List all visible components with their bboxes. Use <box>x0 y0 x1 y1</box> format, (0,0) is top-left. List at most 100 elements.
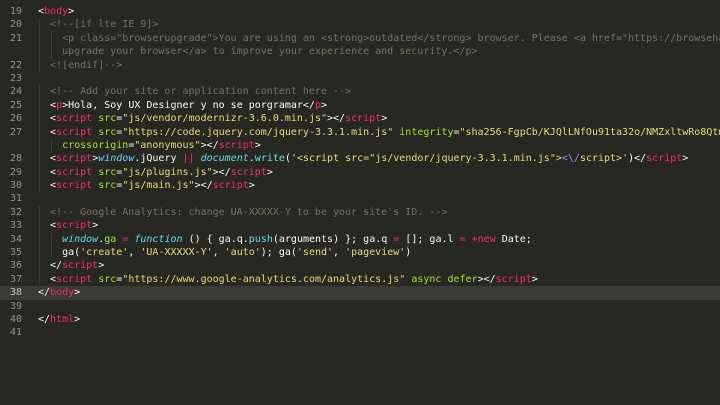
code-string: "js/plugins.js" <box>122 166 213 178</box>
code-tag: body <box>50 287 75 299</box>
code-line[interactable]: 23 <box>0 72 720 85</box>
code-tag: script <box>230 166 267 178</box>
code-line[interactable]: 39 <box>0 300 720 313</box>
code-string: "https://www.google-analytics.com/analyt… <box>122 273 406 285</box>
code-text: > <box>68 6 75 17</box>
code-string: script>' <box>579 153 629 165</box>
line-code: <!--[if lte IE 9]> <box>50 18 158 31</box>
indent-guide <box>39 232 40 247</box>
code-text: > <box>92 220 99 232</box>
indent-guide <box>39 112 40 126</box>
code-tag: script <box>495 273 532 285</box>
code-text: ></ <box>327 113 346 125</box>
line-code: </script> <box>50 259 104 272</box>
code-line[interactable]: 41 <box>0 326 720 339</box>
line-code: <script src="js/main.js"></script> <box>50 179 255 192</box>
indent-guide <box>39 58 40 72</box>
code-text: ></ <box>212 166 231 178</box>
code-line[interactable]: 29 <script src="js/plugins.js"></script> <box>0 165 720 180</box>
code-line[interactable]: 33 <script> <box>0 219 720 233</box>
code-line[interactable]: 35 ga('create', 'UA-XXXXX-Y', 'auto'); ga… <box>0 246 720 260</box>
code-line[interactable]: 28 <script>window.jQuery || document.writ… <box>0 152 720 166</box>
code-lines[interactable]: 19 <body> 20 <!--[if lte IE 9]> 21 <p class="… <box>0 5 720 340</box>
code-text: ></ <box>477 273 496 285</box>
line-number: 32 <box>9 206 22 218</box>
line-code: <script> <box>50 219 98 232</box>
code-line[interactable]: 21 <p class="browserupgrade">You are usin… <box>0 31 720 46</box>
indent-guide <box>39 31 40 46</box>
code-line[interactable]: 37 <script src="https://www.google-analyt… <box>0 272 720 287</box>
line-number: 24 <box>9 86 22 98</box>
code-line[interactable]: 22 <![endif]--> <box>0 58 720 72</box>
code-tag: script <box>56 166 93 178</box>
code-line[interactable]: 30 <script src="js/main.js"></script> <box>0 179 720 193</box>
code-line[interactable]: 38 </body> <box>0 286 720 300</box>
code-tag: body <box>44 6 69 17</box>
code-string: "https://code.jquery.com/jquery-3.3.1.mi… <box>122 126 394 138</box>
code-keyword: write <box>254 153 285 165</box>
indent-guide <box>51 138 53 153</box>
code-text: > <box>321 99 328 111</box>
code-line[interactable]: 27 <script src="https://code.jquery.com/j… <box>0 125 720 139</box>
code-line[interactable]: 40 </html> <box>0 313 720 326</box>
code-line[interactable]: 36 </script> <box>0 259 720 273</box>
code-text: ></ <box>200 139 219 151</box>
code-text: ) <box>405 247 412 259</box>
code-text: >Hola, Soy UX Designer y no se porgramar… <box>62 99 315 111</box>
code-line[interactable]: upgrade your browser</a> to improve your… <box>0 45 720 59</box>
code-text: > <box>74 313 81 325</box>
code-line[interactable]: 34 window.ga = function () { ga.q.push(ar… <box>0 232 720 247</box>
code-attribute: async <box>411 273 442 285</box>
line-number: 39 <box>9 300 22 312</box>
code-attribute: src <box>98 166 117 178</box>
code-text: > <box>381 113 388 125</box>
line-number: 28 <box>9 153 22 165</box>
code-string: 'create' <box>80 247 129 259</box>
line-number: 20 <box>9 19 22 31</box>
indent-guide <box>39 205 40 220</box>
code-string: "js/vendor/modernizr-3.6.0.min.js" <box>122 113 328 125</box>
code-line[interactable]: 25 <p>Hola, Soy UX Designer y no se porgr… <box>0 98 720 113</box>
line-code: <!-- Google Analytics: change UA-XXXXX-Y… <box>50 206 447 219</box>
code-line[interactable]: 26 <script src="js/vendor/modernizr-3.6.0… <box>0 112 720 126</box>
code-line[interactable]: 20 <!--[if lte IE 9]> <box>0 18 720 32</box>
code-string: "js/main.js" <box>122 180 195 192</box>
code-attribute: defer <box>447 273 478 285</box>
code-string: "anonymous" <box>134 139 201 151</box>
indent-guide <box>51 31 53 46</box>
indent-guide <box>39 125 40 139</box>
line-number: 27 <box>9 126 22 138</box>
line-code: <script src="https://www.google-analytic… <box>50 273 538 286</box>
indent-guide <box>39 45 40 59</box>
line-number: 34 <box>9 233 22 245</box>
code-text: , <box>333 247 346 259</box>
code-tag: script <box>56 180 93 192</box>
code-text: )</ <box>628 153 647 165</box>
code-comment: <!-- Add your site or application conten… <box>50 86 352 98</box>
line-code: <script src="js/vendor/modernizr-3.6.0.m… <box>50 112 387 125</box>
code-tag: script <box>56 220 93 232</box>
code-text: () { ga.q. <box>182 233 249 245</box>
code-text: .jQuery <box>134 153 183 165</box>
code-editor[interactable]: 19 <body> 20 <!--[if lte IE 9]> 21 <p class="… <box>0 0 720 405</box>
code-tag: script <box>646 153 683 165</box>
line-code: <!-- Add your site or application conten… <box>50 85 351 98</box>
code-text: > <box>266 166 273 178</box>
line-number: 40 <box>9 313 22 325</box>
code-attribute: crossorigin <box>62 139 129 151</box>
line-code: <script>window.jQuery || document.write(… <box>50 152 688 165</box>
code-line[interactable]: 24 <!-- Add your site or application cont… <box>0 85 720 99</box>
code-line[interactable]: 32 <!-- Google Analytics: change UA-XXXXX… <box>0 205 720 220</box>
line-code: </html> <box>38 313 80 326</box>
indent-guide <box>39 259 40 273</box>
code-line[interactable]: 19 <body> <box>0 5 720 18</box>
code-keyword: push <box>248 233 273 245</box>
code-text: > <box>682 153 689 165</box>
code-string: 'pageview' <box>345 247 406 259</box>
code-line[interactable]: 31 <box>0 192 720 205</box>
code-line[interactable]: crossorigin="anonymous"></script> <box>0 138 720 153</box>
line-number: 29 <box>9 166 22 178</box>
indent-guide <box>39 138 40 153</box>
line-number: 35 <box>9 247 22 259</box>
indent-guide <box>39 165 40 180</box>
